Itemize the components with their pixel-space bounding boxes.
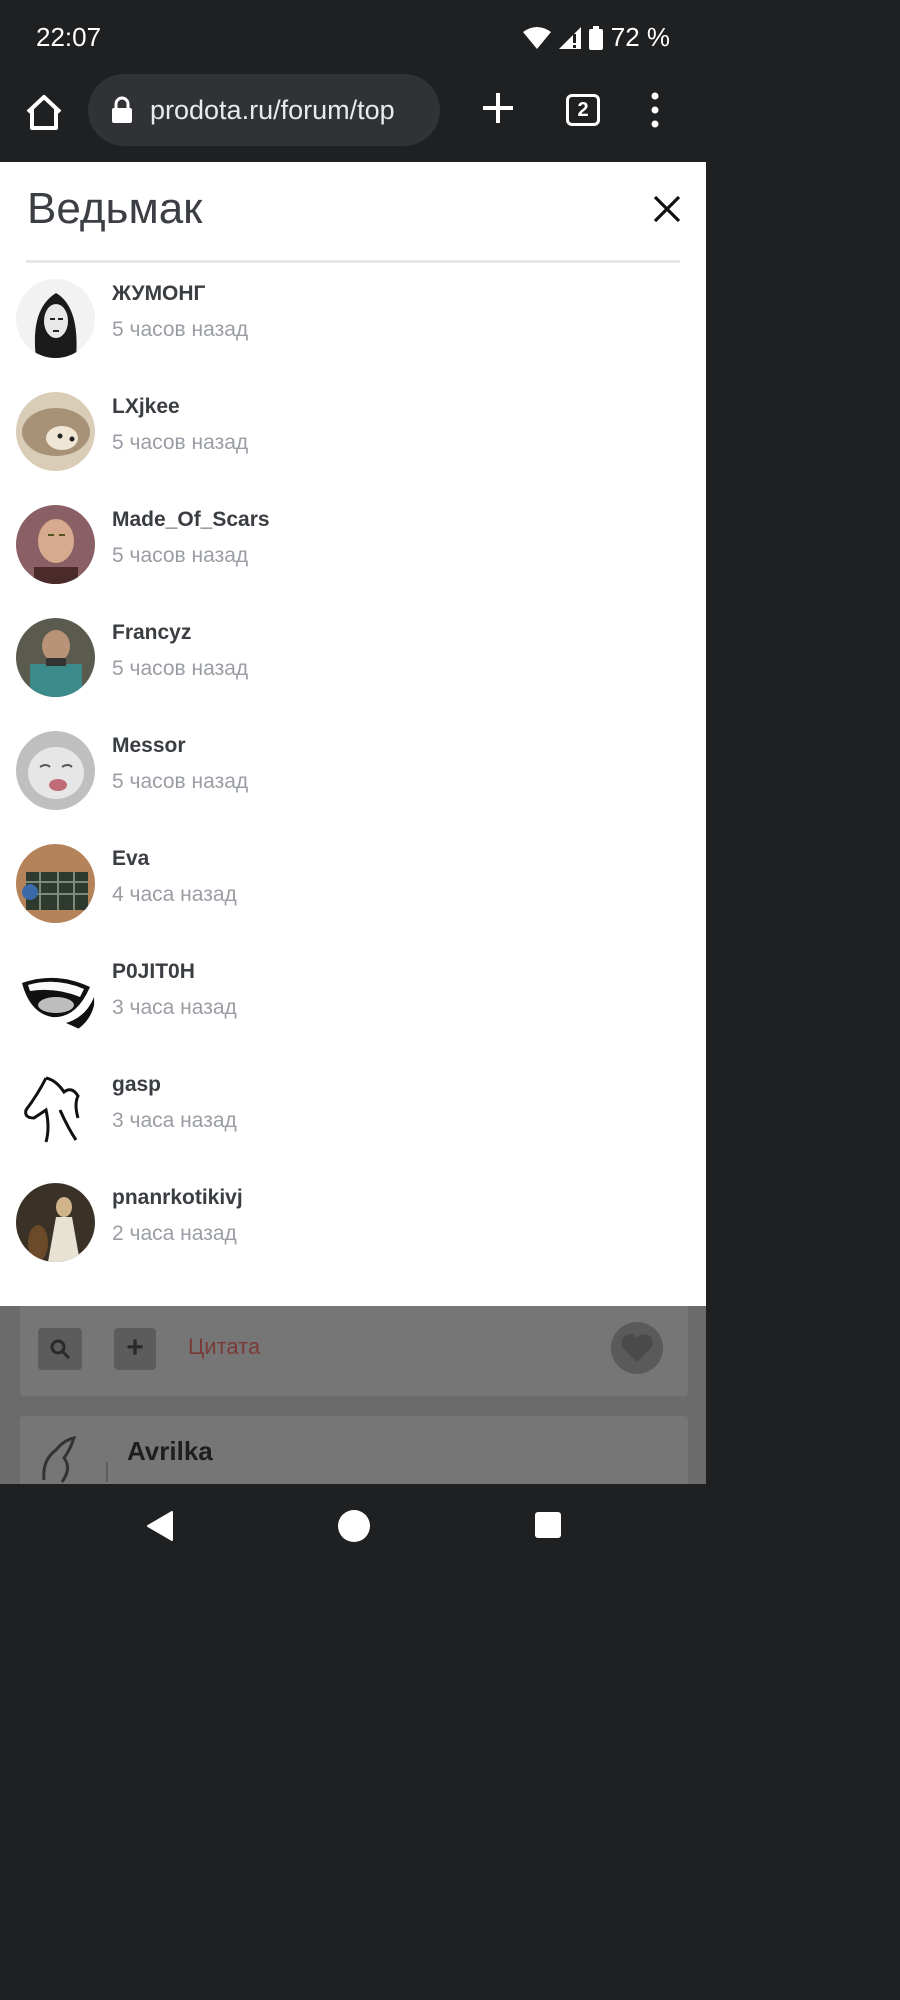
avatar[interactable] — [16, 731, 95, 810]
status-bar: 22:07 72 % — [0, 0, 706, 74]
status-icons: 72 % — [522, 22, 670, 53]
avatar[interactable] — [16, 505, 95, 584]
avatar[interactable] — [16, 392, 95, 471]
list-item[interactable]: Eva 4 часа назад — [0, 843, 706, 943]
user-timestamp: 5 часов назад — [112, 431, 249, 454]
divider — [106, 1462, 108, 1482]
list-item[interactable]: LXjkee 5 часов назад — [0, 391, 706, 491]
user-timestamp: 5 часов назад — [112, 544, 249, 567]
list-item[interactable]: Made_Of_Scars 5 часов назад — [0, 504, 706, 604]
user-timestamp: 2 часа назад — [112, 1222, 237, 1245]
back-icon[interactable] — [146, 1510, 174, 1547]
user-timestamp: 5 часов назад — [112, 318, 249, 341]
heart-icon — [611, 1322, 663, 1374]
user-name[interactable]: Messor — [112, 734, 186, 758]
add-icon: + — [114, 1328, 156, 1370]
user-timestamp: 4 часа назад — [112, 883, 237, 906]
list-item[interactable]: gasp 3 часа назад — [0, 1069, 706, 1169]
lock-icon — [110, 96, 134, 124]
avatar[interactable] — [16, 844, 95, 923]
user-timestamp: 3 часа назад — [112, 996, 237, 1019]
list-item[interactable]: P0JIT0H 3 часа назад — [0, 956, 706, 1056]
url-text: prodota.ru/forum/top — [150, 94, 395, 125]
more-vert-icon[interactable] — [645, 92, 665, 128]
list-item[interactable]: Francyz 5 часов назад — [0, 617, 706, 717]
wifi-icon — [522, 26, 551, 49]
tabs-icon[interactable]: 2 — [566, 94, 600, 126]
signal-icon — [558, 26, 581, 49]
next-post-avatar — [34, 1430, 84, 1486]
user-name[interactable]: Made_Of_Scars — [112, 508, 270, 532]
quote-link: Цитата — [188, 1334, 261, 1359]
user-timestamp: 3 часа назад — [112, 1109, 237, 1132]
list-item[interactable]: Messor 5 часов назад — [0, 730, 706, 830]
url-bar[interactable]: prodota.ru/forum/top — [88, 74, 440, 146]
battery-percent: 72 % — [610, 22, 670, 52]
user-timestamp: 5 часов назад — [112, 770, 249, 793]
list-item[interactable]: pnanrkotikivj 2 часа назад — [0, 1182, 706, 1282]
user-timestamp: 5 часов назад — [112, 657, 249, 680]
user-name[interactable]: Francyz — [112, 621, 191, 645]
modal-title: Ведьмак — [27, 184, 203, 233]
recents-icon[interactable] — [535, 1512, 561, 1538]
avatar[interactable] — [16, 618, 95, 697]
status-time: 22:07 — [36, 22, 102, 52]
system-nav-bar — [0, 1484, 706, 1568]
user-name[interactable]: Eva — [112, 847, 149, 871]
list-item[interactable]: ЖУМОНГ 5 часов назад — [0, 278, 706, 378]
user-name[interactable]: LXjkee — [112, 395, 180, 419]
browser-toolbar: prodota.ru/forum/top 2 — [0, 74, 706, 162]
modal-divider — [26, 260, 680, 263]
user-name[interactable]: gasp — [112, 1073, 161, 1097]
user-name[interactable]: ЖУМОНГ — [112, 282, 205, 306]
next-post-author: Avrilka — [127, 1436, 213, 1466]
search-icon — [38, 1328, 82, 1370]
home-nav-icon[interactable] — [338, 1510, 370, 1542]
home-icon[interactable] — [22, 90, 66, 134]
avatar[interactable] — [16, 1070, 95, 1149]
likes-modal: Ведьмак ЖУМОНГ 5 часов назад LXjkee 5 ча… — [0, 162, 706, 1306]
avatar[interactable] — [16, 957, 95, 1036]
avatar[interactable] — [16, 1183, 95, 1262]
plus-icon[interactable] — [478, 88, 518, 128]
avatar[interactable] — [16, 279, 95, 358]
close-icon[interactable] — [652, 194, 682, 224]
user-name[interactable]: P0JIT0H — [112, 960, 195, 984]
user-name[interactable]: pnanrkotikivj — [112, 1186, 243, 1210]
battery-icon — [588, 25, 603, 50]
